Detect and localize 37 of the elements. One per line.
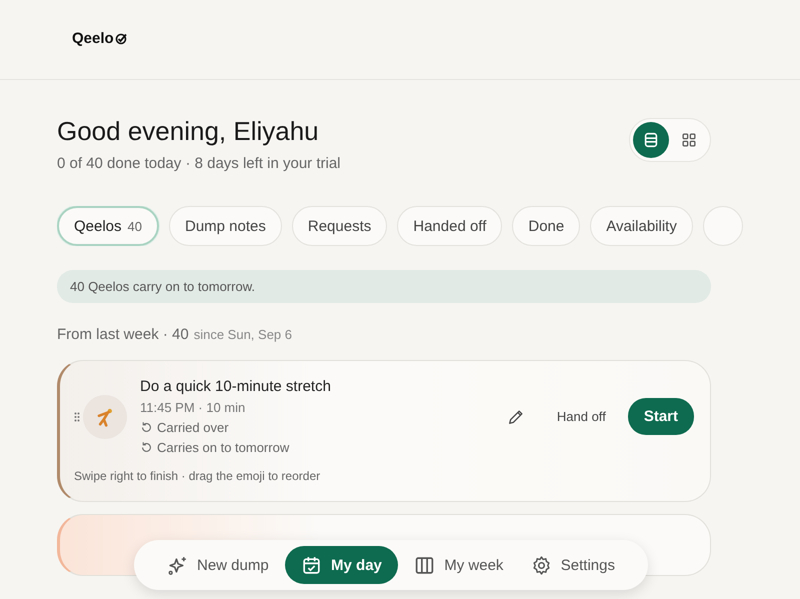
- check-icon: [114, 32, 127, 44]
- filter-tab[interactable]: Requests: [292, 206, 388, 246]
- pencil-icon: [506, 408, 525, 426]
- settings-icon: [530, 554, 552, 576]
- summary-text: 0 of 40 done today · 8 days left in your trial: [57, 155, 340, 172]
- task-time: 11:45 PM · 10 min: [140, 400, 246, 415]
- info-banner: 40 Qeelos carry on to tomorrow.: [57, 270, 711, 303]
- start-button[interactable]: Start: [628, 398, 694, 435]
- emoji-avatar[interactable]: [83, 394, 127, 438]
- list-icon: [642, 131, 660, 149]
- nav-tab[interactable]: My day: [285, 546, 398, 584]
- nav-tab[interactable]: My week: [403, 546, 514, 584]
- hint-text: Swipe right to finish · drag the emoji to reorder: [74, 469, 322, 483]
- columns-icon: [414, 554, 436, 576]
- task-status: Carries on to tomorrow: [157, 440, 290, 455]
- count-label: 40: [128, 218, 142, 234]
- hand-off-button[interactable]: Hand off: [548, 401, 614, 432]
- logo: Qeelo: [72, 30, 114, 47]
- grid-icon: [680, 131, 698, 149]
- filter-tab[interactable]: Dump notes: [169, 206, 282, 246]
- nav-tab[interactable]: Settings: [520, 546, 626, 584]
- section-title: From last week · 40: [57, 326, 189, 343]
- filter-tab[interactable]: Availability: [590, 206, 693, 246]
- task-status: Carried over: [157, 420, 229, 435]
- filter-tab[interactable]: Done: [512, 206, 580, 246]
- refresh-icon: [140, 421, 153, 434]
- refresh-icon: [140, 441, 153, 454]
- filter-tab[interactable]: Handed off: [397, 206, 502, 246]
- greeting: Good evening, Eliyahu: [57, 116, 320, 147]
- nav-tab[interactable]: New dump: [156, 546, 280, 584]
- task-title: Do a quick 10-minute stretch: [140, 378, 332, 395]
- calendar-icon: [301, 554, 322, 576]
- drag-handle-icon[interactable]: [74, 412, 80, 422]
- filter-tab[interactable]: Qeelos 40: [57, 206, 159, 246]
- sparkle-icon: [167, 554, 188, 576]
- section-note: since Sun, Sep 6: [194, 327, 292, 342]
- list-view-button[interactable]: [633, 122, 669, 158]
